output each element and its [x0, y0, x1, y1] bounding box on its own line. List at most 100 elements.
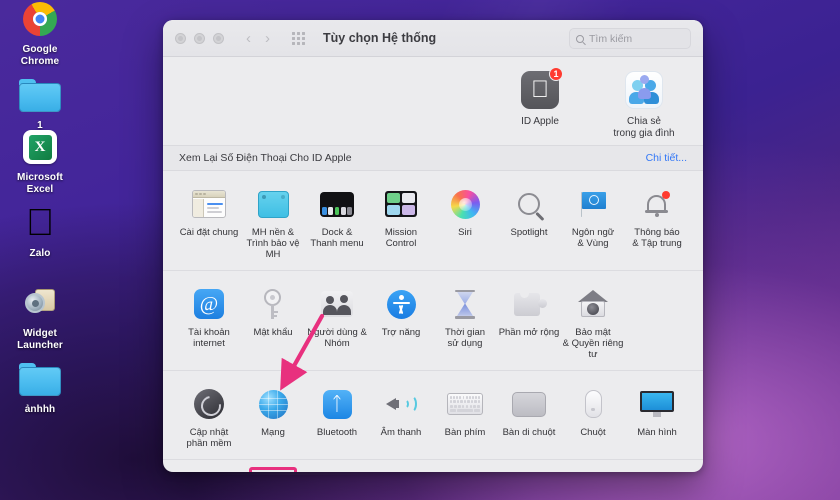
- pref-row: Cập nhật phần mềm Mạng ᛏ Bluetooth Âm th…: [177, 380, 689, 455]
- desktop-icon-folder-anhhh[interactable]: ảnhhh: [0, 356, 80, 416]
- pref-bluetooth[interactable]: ᛏ Bluetooth: [305, 380, 369, 455]
- desktop-icon-label: Widget Launcher: [17, 328, 63, 351]
- pref-keyboard[interactable]: Bàn phím: [433, 380, 497, 455]
- mouse-icon: [561, 384, 625, 424]
- pref-label: Siri: [458, 227, 472, 238]
- siri-icon: [433, 184, 497, 224]
- pref-internet-accounts[interactable]: @ Tài khoản internet: [177, 280, 241, 366]
- empty-slot-icon: [625, 284, 689, 324]
- pref-label: Mật khẩu: [253, 327, 293, 338]
- pref-displays[interactable]: Màn hình: [625, 380, 689, 455]
- pref-accessibility[interactable]: Trợ năng: [369, 280, 433, 366]
- pref-label: Thông báo & Tập trung: [632, 227, 682, 249]
- pref-spotlight[interactable]: Spotlight: [497, 180, 561, 266]
- search-input[interactable]: Tìm kiếm: [569, 28, 691, 49]
- pref-mouse[interactable]: Chuột: [561, 380, 625, 455]
- pref-software-update[interactable]: Cập nhật phần mềm: [177, 380, 241, 455]
- pref-desktop-screensaver[interactable]: MH nền & Trình bảo vệ MH: [241, 180, 305, 266]
- pref-language-region[interactable]: Ngôn ngữ & Vùng: [561, 180, 625, 266]
- pref-label: Bảo mật & Quyền riêng tư: [562, 327, 624, 360]
- pref-empty: [625, 280, 689, 366]
- passwords-icon: [241, 284, 305, 324]
- pref-trackpad[interactable]: Bàn di chuột: [497, 380, 561, 455]
- notice-details-link[interactable]: Chi tiết...: [646, 152, 687, 164]
- folder-icon: [0, 356, 80, 402]
- pref-users-groups[interactable]: Người dùng & Nhóm: [305, 280, 369, 366]
- pref-label: Tài khoản internet: [188, 327, 230, 349]
- window-title: Tùy chọn Hệ thống: [323, 31, 437, 45]
- general-icon: [177, 184, 241, 224]
- desktop-icon-widget-launcher[interactable]: Widget Launcher: [0, 280, 80, 351]
- pref-section-3: Cập nhật phần mềm Mạng ᛏ Bluetooth Âm th…: [163, 371, 703, 459]
- minimize-button[interactable]: [194, 32, 205, 44]
- pref-sharing[interactable]: Chia sẻ: [369, 469, 433, 472]
- trackpad-icon: [497, 384, 561, 424]
- pref-empty: [561, 469, 625, 472]
- pref-notifications-focus[interactable]: Thông báo & Tập trung: [625, 180, 689, 266]
- desktop-icon-zalo[interactable]:  Zalo: [0, 200, 80, 260]
- pref-siri[interactable]: Siri: [433, 180, 497, 266]
- dock-menubar-icon: [305, 184, 369, 224]
- forward-icon[interactable]: ›: [265, 31, 270, 46]
- pref-label: Bluetooth: [316, 427, 358, 438]
- close-button[interactable]: [175, 32, 186, 44]
- google-chrome-icon: [0, 0, 80, 42]
- pref-label: Bàn di chuột: [502, 427, 556, 438]
- desktop-icon-column: Google Chrome 1 X Microsoft Excel  Zalo…: [0, 0, 80, 500]
- desktop-icon-folder-1[interactable]: 1: [0, 72, 80, 132]
- keyboard-icon: [433, 384, 497, 424]
- notice-text: Xem Lại Số Điện Thoại Cho ID Apple: [179, 152, 352, 164]
- pref-row: @ Tài khoản internet Mật khẩu Người dùng…: [177, 280, 689, 366]
- desktop-icon-microsoft-excel[interactable]: X Microsoft Excel: [0, 124, 80, 195]
- sound-icon: [369, 384, 433, 424]
- pref-extensions[interactable]: Phần mở rộng: [497, 280, 561, 366]
- pref-date-time[interactable]: 17 Ngày & Giờ: [305, 469, 369, 472]
- back-icon[interactable]: ‹: [246, 31, 251, 46]
- window-titlebar: ‹ › Tùy chọn Hệ thống Tìm kiếm: [163, 20, 703, 57]
- pref-label: Cập nhật phần mềm: [186, 427, 232, 449]
- desktop-icon-google-chrome[interactable]: Google Chrome: [0, 0, 80, 67]
- pref-label: Trợ năng: [381, 327, 421, 338]
- show-all-grid-icon[interactable]: [292, 31, 305, 45]
- apple-id-icon:  1: [501, 67, 579, 111]
- notification-badge: 1: [549, 67, 563, 81]
- apple-id-band:  1 ID Apple Chia s: [163, 57, 703, 145]
- traffic-lights[interactable]: [175, 32, 224, 44]
- desktop-screensaver-icon: [241, 184, 305, 224]
- apple-id-notice-row: Xem Lại Số Điện Thoại Cho ID Apple Chi t…: [163, 145, 703, 171]
- pref-label: MH nền & Trình bảo vệ MH: [246, 227, 300, 260]
- accessibility-icon: [369, 284, 433, 324]
- folder-icon: [0, 72, 80, 118]
- pref-empty: [625, 469, 689, 472]
- pref-time-machine[interactable]: Time Machine: [433, 469, 497, 472]
- search-icon: [576, 34, 584, 43]
- pref-family-sharing[interactable]: Chia sẻ trong gia đình: [605, 69, 683, 139]
- pref-screen-time[interactable]: Thời gian sử dụng: [433, 280, 497, 366]
- desktop-icon-label: Microsoft Excel: [17, 172, 63, 195]
- pref-network[interactable]: Mạng: [241, 380, 305, 455]
- pref-printers-scanners[interactable]: Máy in & Máy quét: [177, 469, 241, 472]
- pref-mission-control[interactable]: Mission Control: [369, 180, 433, 266]
- pref-sound[interactable]: Âm thanh: [369, 380, 433, 455]
- pref-startup-disk[interactable]: Ổ đĩa Khởi động: [497, 469, 561, 472]
- internet-accounts-icon: @: [177, 284, 241, 324]
- zoom-button[interactable]: [213, 32, 224, 44]
- language-region-icon: [561, 184, 625, 224]
- pref-passwords[interactable]: Mật khẩu: [241, 280, 305, 366]
- desktop: Google Chrome 1 X Microsoft Excel  Zalo…: [0, 0, 840, 500]
- pref-general[interactable]: Cài đặt chung: [177, 180, 241, 266]
- pref-label: Chia sẻ trong gia đình: [613, 116, 675, 139]
- navigation-arrows[interactable]: ‹ ›: [246, 31, 270, 46]
- spotlight-icon: [497, 184, 561, 224]
- search-placeholder: Tìm kiếm: [589, 32, 633, 45]
- pref-security-privacy[interactable]: Bảo mật & Quyền riêng tư: [561, 280, 625, 366]
- notifications-focus-icon: [625, 184, 689, 224]
- pref-label: Cài đặt chung: [179, 227, 239, 238]
- pref-apple-id[interactable]:  1 ID Apple: [501, 67, 579, 128]
- pref-dock-menubar[interactable]: Dock & Thanh menu: [305, 180, 369, 266]
- pref-section-4: Máy in & Máy quét Pin 17 Ngày & Giờ: [163, 460, 703, 472]
- pref-label: Chuột: [580, 427, 606, 438]
- pref-battery[interactable]: Pin: [241, 467, 305, 472]
- system-preferences-window[interactable]: ‹ › Tùy chọn Hệ thống Tìm kiếm  1: [163, 20, 703, 472]
- mission-control-icon: [369, 184, 433, 224]
